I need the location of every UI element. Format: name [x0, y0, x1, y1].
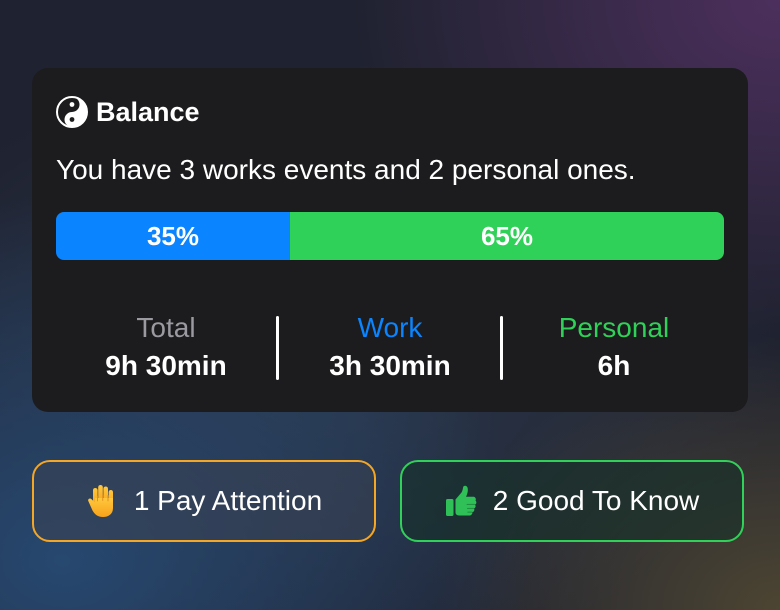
total-label: Total	[136, 312, 196, 343]
events-summary: You have 3 works events and 2 personal o…	[56, 154, 636, 185]
time-stats: Total 9h 30min Work 3h 30min Personal 6h	[56, 312, 724, 384]
pay-attention-button[interactable]: 1 Pay Attention	[32, 460, 376, 542]
balance-card: Balance You have 3 works events and 2 pe…	[32, 68, 748, 412]
total-stat: Total 9h 30min	[66, 312, 266, 384]
card-title: Balance	[96, 96, 200, 127]
pay-attention-label: 1 Pay Attention	[133, 485, 323, 516]
work-percentage-segment: 35%	[56, 212, 290, 260]
raised-hand-icon	[87, 485, 113, 517]
yin-yang-icon	[56, 96, 88, 128]
personal-stat: Personal 6h	[514, 312, 714, 384]
work-value: 3h 30min	[329, 350, 451, 381]
thumbs-up-icon	[445, 485, 477, 516]
good-to-know-label: 2 Good To Know	[492, 485, 700, 516]
personal-percentage-segment: 65%	[290, 212, 724, 260]
card-header: Balance	[56, 96, 200, 128]
good-to-know-button[interactable]: 2 Good To Know	[400, 460, 744, 542]
stat-divider	[276, 316, 279, 380]
balance-bar: 35% 65%	[56, 212, 724, 260]
total-value: 9h 30min	[105, 350, 227, 381]
work-stat: Work 3h 30min	[290, 312, 490, 384]
work-label: Work	[357, 312, 423, 343]
stat-divider	[500, 316, 503, 380]
personal-value: 6h	[597, 350, 631, 381]
personal-label: Personal	[558, 312, 670, 343]
